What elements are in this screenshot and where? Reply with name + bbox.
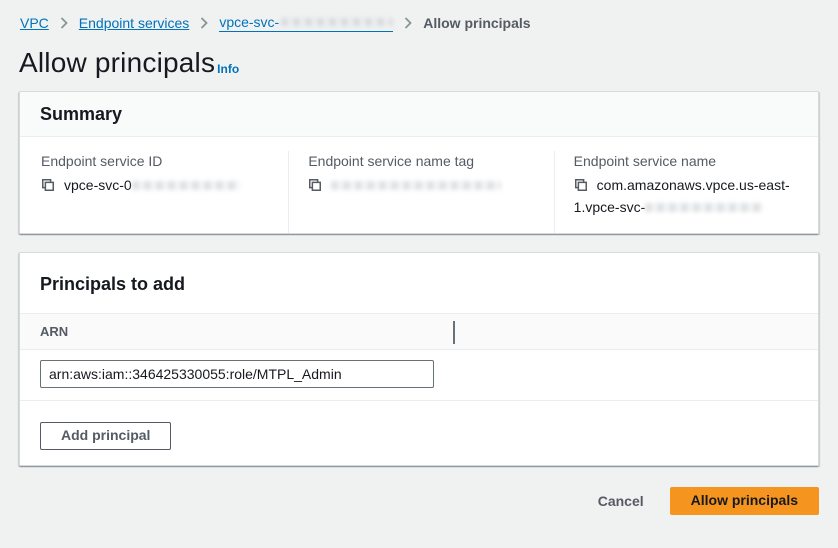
page-title: Allow principals bbox=[19, 47, 215, 79]
principals-to-add-card: Principals to add ARN Add principal bbox=[19, 252, 819, 466]
info-link[interactable]: Info bbox=[217, 62, 239, 76]
summary-field-endpoint-service-id: Endpoint service ID vpce-svc-0 bbox=[20, 151, 288, 233]
add-principal-button[interactable]: Add principal bbox=[40, 422, 171, 450]
field-value bbox=[308, 175, 537, 197]
summary-title: Summary bbox=[40, 103, 798, 125]
principals-card-header: Principals to add bbox=[20, 253, 818, 313]
chevron-right-icon bbox=[60, 17, 68, 29]
summary-field-endpoint-service-name: Endpoint service name com.amazonaws.vpce… bbox=[554, 151, 818, 233]
copy-icon[interactable] bbox=[41, 177, 55, 197]
summary-body: Endpoint service ID vpce-svc-0 Endpoint … bbox=[20, 137, 818, 233]
breadcrumb-link-endpoint-service-id[interactable]: vpce-svc- bbox=[219, 14, 393, 32]
breadcrumb-service-id-text: vpce-svc- bbox=[219, 14, 279, 30]
redacted-text bbox=[331, 181, 501, 190]
add-principal-row: Add principal bbox=[20, 401, 818, 465]
summary-field-endpoint-service-name-tag: Endpoint service name tag bbox=[288, 151, 553, 233]
breadcrumb: VPC Endpoint services vpce-svc- Allow pr… bbox=[20, 14, 818, 32]
redacted-text bbox=[281, 18, 393, 26]
chevron-right-icon bbox=[404, 17, 412, 29]
copy-icon[interactable] bbox=[308, 177, 322, 197]
field-value: com.amazonaws.vpce.us-east-1.vpce-svc- bbox=[574, 175, 802, 217]
page: VPC Endpoint services vpce-svc- Allow pr… bbox=[0, 14, 838, 515]
footer-actions: Cancel Allow principals bbox=[19, 487, 819, 515]
chevron-right-icon bbox=[200, 17, 208, 29]
field-label: Endpoint service name tag bbox=[308, 151, 537, 171]
allow-principals-button[interactable]: Allow principals bbox=[670, 487, 819, 515]
copy-icon[interactable] bbox=[574, 177, 588, 197]
field-label: Endpoint service ID bbox=[41, 151, 272, 171]
field-label: Endpoint service name bbox=[574, 151, 802, 171]
column-divider bbox=[453, 321, 455, 344]
arn-column-header: ARN bbox=[40, 324, 68, 339]
arn-column-header-row: ARN bbox=[20, 313, 818, 350]
redacted-text bbox=[132, 181, 240, 190]
breadcrumb-link-vpc[interactable]: VPC bbox=[20, 15, 49, 31]
page-title-row: Allow principals Info bbox=[19, 47, 819, 79]
breadcrumb-link-endpoint-services[interactable]: Endpoint services bbox=[79, 15, 190, 31]
cancel-button[interactable]: Cancel bbox=[598, 493, 644, 509]
redacted-text bbox=[645, 203, 763, 212]
field-value: vpce-svc-0 bbox=[41, 175, 272, 197]
arn-input[interactable] bbox=[40, 360, 434, 388]
breadcrumb-current-page: Allow principals bbox=[423, 15, 530, 31]
summary-card: Summary Endpoint service ID vpce-svc-0 E… bbox=[19, 91, 819, 234]
arn-input-row bbox=[20, 350, 818, 401]
field-value-text: vpce-svc-0 bbox=[64, 177, 132, 193]
principals-title: Principals to add bbox=[40, 273, 798, 295]
summary-card-header: Summary bbox=[20, 92, 818, 137]
